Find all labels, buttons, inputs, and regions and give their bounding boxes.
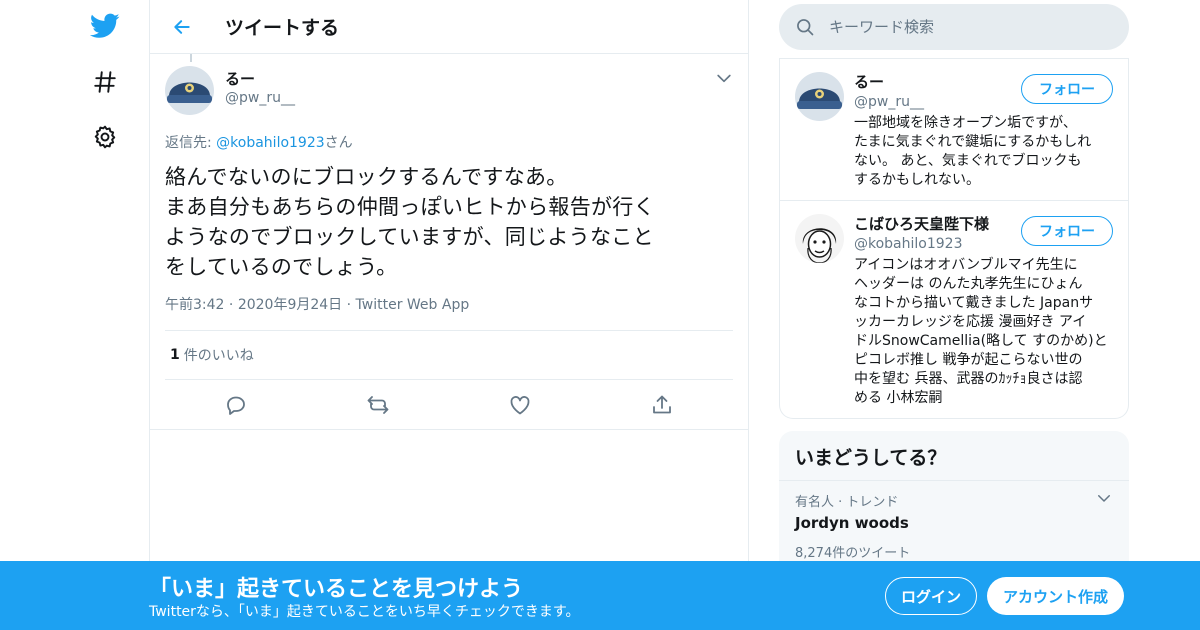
tweet-date[interactable]: 2020年9月24日 bbox=[238, 297, 342, 313]
likes-count: 1 bbox=[170, 347, 180, 363]
author-avatar[interactable] bbox=[165, 66, 214, 115]
main-header: ツイートする bbox=[150, 0, 748, 54]
likes-label: 件のいいね bbox=[183, 348, 254, 364]
follow-button[interactable]: フォロー bbox=[1021, 74, 1113, 104]
helmet-avatar-icon bbox=[795, 72, 844, 121]
user-avatar[interactable] bbox=[795, 72, 844, 121]
bio-line: める 小林宏嗣 bbox=[854, 390, 943, 406]
search-icon bbox=[797, 19, 814, 36]
banner-subtitle: Twitterなら、「いま」起きていることをいち早くチェックできます。 bbox=[149, 604, 580, 620]
login-button[interactable]: ログイン bbox=[885, 577, 977, 615]
tweet-actions bbox=[150, 380, 748, 430]
signup-button[interactable]: アカウント作成 bbox=[987, 577, 1124, 615]
share-icon[interactable] bbox=[650, 393, 674, 417]
search-box[interactable] bbox=[779, 4, 1129, 50]
trend-meta: 有名人 · トレンド bbox=[795, 495, 899, 510]
twitter-logo-button[interactable] bbox=[85, 6, 125, 46]
trend-item[interactable]: 有名人 · トレンド Jordyn woods 8,274件のツイート bbox=[779, 481, 1129, 571]
back-button[interactable] bbox=[164, 9, 200, 45]
user-bio: 一部地域を除きオープン垢ですが、 たまに気まぐれで鍵垢にするかもしれ ない。 あ… bbox=[854, 114, 1116, 190]
tweet-text: 絡んでないのにブロックするんですなあ。 まあ自分もあちらの仲間っぽいヒトから報告… bbox=[150, 162, 748, 282]
tweet-source[interactable]: Twitter Web App bbox=[356, 297, 470, 313]
chevron-down-icon[interactable] bbox=[1095, 489, 1113, 507]
bio-line: 中を望む 兵器、武器のｶｯﾁｮ良さは認 bbox=[854, 371, 1083, 387]
author-handle[interactable]: @pw_ru__ bbox=[225, 90, 295, 106]
meta-separator: · bbox=[228, 297, 234, 313]
page-title: ツイートする bbox=[225, 17, 340, 39]
reply-icon[interactable] bbox=[224, 393, 248, 417]
helmet-avatar-icon bbox=[165, 66, 214, 115]
tweet-meta: 午前3:42 · 2020年9月24日 · Twitter Web App bbox=[150, 294, 748, 314]
trend-count: 8,274件のツイート bbox=[795, 546, 911, 561]
chevron-down-icon[interactable] bbox=[714, 68, 734, 88]
heart-icon[interactable] bbox=[508, 393, 532, 417]
bio-line: ピコレボ推し 戦争が起こらない世の bbox=[854, 352, 1083, 368]
user-item[interactable]: るー @pw_ru__ 一部地域を除きオープン垢ですが、 たまに気まぐれで鍵垢に… bbox=[780, 58, 1128, 200]
portrait-avatar-icon bbox=[795, 214, 844, 263]
main-column: ツイートする るー @pw_ru__ 返信先: @kobahilo1923さん bbox=[149, 0, 749, 630]
left-nav bbox=[80, 0, 130, 630]
bio-line: 一部地域を除きオープン垢ですが、 bbox=[854, 115, 1077, 131]
bio-line: アイコンはオオバンブルマイ先生に bbox=[854, 257, 1078, 273]
explore-button[interactable] bbox=[85, 62, 125, 102]
tweet-text-line: をしているのでしょう。 bbox=[165, 255, 398, 279]
tweet-author: るー @pw_ru__ bbox=[150, 54, 748, 122]
tweet-time[interactable]: 午前3:42 bbox=[165, 297, 224, 313]
trends-title: いまどうしてる？ bbox=[779, 431, 1129, 481]
reply-handle-link[interactable]: @kobahilo1923 bbox=[216, 135, 325, 151]
signup-banner: 「いま」起きていることを見つけよう Twitterなら、「いま」起きていることを… bbox=[0, 561, 1200, 630]
follow-button[interactable]: フォロー bbox=[1021, 216, 1113, 246]
hashtag-icon bbox=[94, 71, 116, 93]
reply-prefix: 返信先: bbox=[165, 135, 217, 151]
reply-suffix: さん bbox=[324, 135, 353, 151]
retweet-icon[interactable] bbox=[366, 393, 390, 417]
reply-to: 返信先: @kobahilo1923さん bbox=[150, 132, 748, 152]
user-item[interactable]: こばひろ天皇陛下様 @kobahilo1923 アイコンはオオバンブルマイ先生に… bbox=[780, 200, 1128, 418]
meta-separator: · bbox=[346, 297, 352, 313]
user-avatar[interactable] bbox=[795, 214, 844, 263]
gear-icon bbox=[94, 125, 116, 149]
page: ツイートする るー @pw_ru__ 返信先: @kobahilo1923さん bbox=[0, 0, 1200, 630]
bio-line: たまに気まぐれで鍵垢にするかもしれ bbox=[854, 134, 1092, 150]
back-arrow-icon bbox=[174, 19, 190, 34]
tweet-text-line: 絡んでないのにブロックするんですなあ。 bbox=[165, 165, 568, 189]
bio-line: ヘッダーは のんた丸孝先生にひょん bbox=[854, 276, 1083, 292]
trend-name: Jordyn woods bbox=[795, 514, 909, 532]
tweet-text-line: ようなのでブロックしていますが、同じようなこと bbox=[165, 225, 654, 249]
author-name[interactable]: るー bbox=[225, 68, 255, 89]
bio-line: ッカーカレッジを応援 漫画好き アイ bbox=[854, 314, 1087, 330]
tweet-text-line: まあ自分もあちらの仲間っぽいヒトから報告が行く bbox=[165, 195, 655, 219]
bio-line: ドルSnowCamellia(略して すのかめ)と bbox=[854, 333, 1108, 349]
bio-line: するかもしれない。 bbox=[854, 172, 980, 188]
user-bio: アイコンはオオバンブルマイ先生に ヘッダーは のんた丸孝先生にひょん なコトから… bbox=[854, 256, 1116, 408]
twitter-bird-icon bbox=[90, 13, 120, 38]
related-users: るー @pw_ru__ 一部地域を除きオープン垢ですが、 たまに気まぐれで鍵垢に… bbox=[779, 58, 1129, 419]
search-input[interactable] bbox=[829, 18, 1109, 36]
bio-line: ない。 あと、気まぐれでブロックも bbox=[854, 153, 1082, 169]
bio-line: なコトから描いて戴きました Japanサ bbox=[854, 295, 1094, 311]
banner-title: 「いま」起きていることを見つけよう bbox=[149, 577, 524, 602]
likes-stat[interactable]: 1 件のいいね bbox=[165, 330, 733, 380]
settings-button[interactable] bbox=[85, 117, 125, 157]
